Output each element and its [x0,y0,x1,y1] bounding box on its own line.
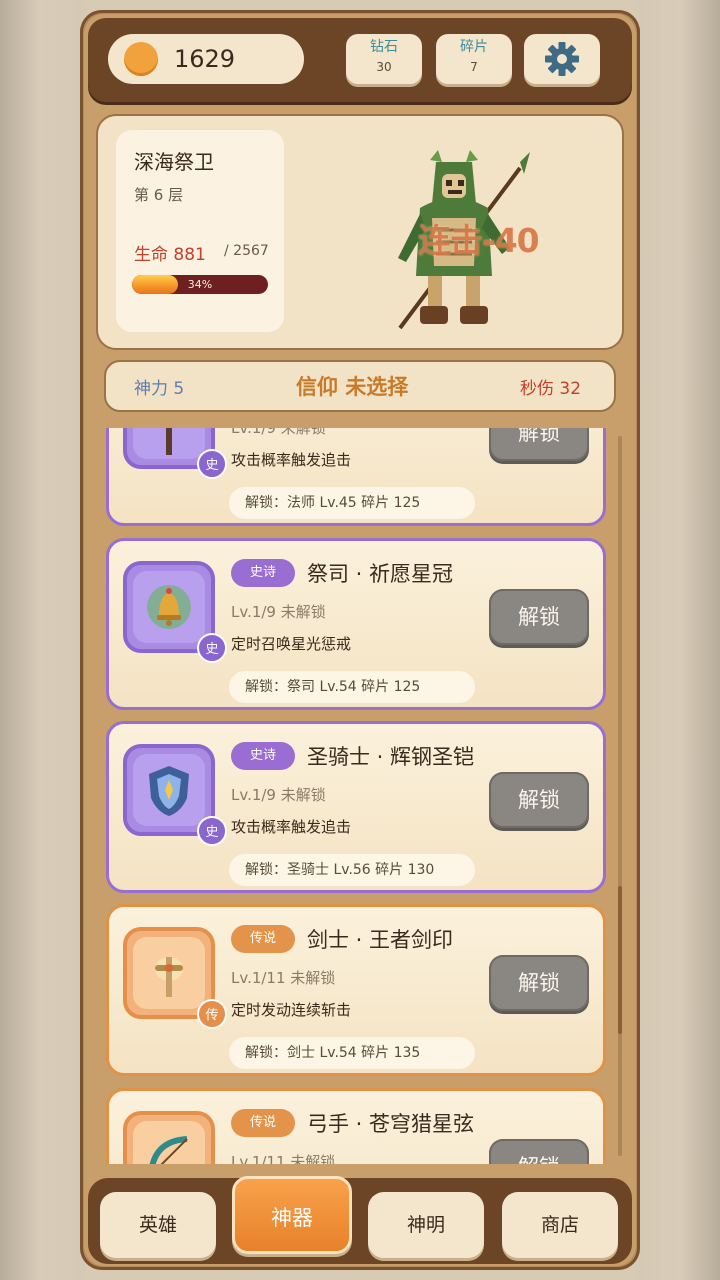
nav-shop-button[interactable]: 商店 [502,1192,618,1258]
scrollbar-track[interactable] [618,436,622,1156]
rarity-badge: 史 [197,449,227,479]
shard-value: 7 [470,60,478,74]
artifact-icon-frame: 传 [123,927,227,1029]
artifact-card[interactable]: 史 史诗 祭司 · 祈愿星冠 Lv.1/9 未解锁 定时召唤星光惩戒 解锁：祭司… [106,538,606,710]
artifact-icon-frame: 史 [123,561,227,663]
artifact-level: Lv.1/9 未解锁 [231,786,326,804]
gear-icon [545,42,579,76]
rarity-tag: 传说 [231,1109,295,1137]
settings-button[interactable] [524,34,600,84]
artifact-icon-frame [123,1111,215,1164]
diamond-value: 30 [376,60,392,74]
artifact-requirement: 解锁：法师 Lv.45 碎片 125 [229,487,475,519]
artifact-requirement: 解锁：剑士 Lv.54 碎片 135 [229,1037,475,1069]
artifact-level: Lv.1/9 未解锁 [231,428,326,437]
artifact-title: 祭司 · 祈愿星冠 [307,562,454,586]
boss-name: 深海祭卫 [134,150,214,174]
artifact-card[interactable]: 传 传说 剑士 · 王者剑印 Lv.1/11 未解锁 定时发动连续斩击 解锁：剑… [106,904,606,1076]
artifact-desc: 定时发动连续斩击 [231,1001,352,1019]
artifact-icon-frame: 史 [123,428,227,479]
unlock-button[interactable]: 解锁 [489,428,589,461]
scrollbar-thumb[interactable] [618,886,622,1034]
artifact-card[interactable]: 史 Lv.1/9 未解锁 攻击概率触发追击 解锁：法师 Lv.45 碎片 125… [106,428,606,526]
artifact-requirement: 解锁：祭司 Lv.54 碎片 125 [229,671,475,703]
dps-stat: 秒伤 32 [520,379,582,399]
coin-icon [124,42,158,76]
coin-value: 1629 [174,45,236,73]
sword-seal-icon [133,937,205,1009]
artifact-title: 弓手 · 苍穹猎星弦 [307,1112,475,1136]
artifact-icon-frame: 史 [123,744,227,846]
artifact-title: 圣骑士 · 辉钢圣铠 [307,745,475,769]
artifact-card[interactable]: 传说 弓手 · 苍穹猎星弦 Lv.1/11 未解锁 解锁 [106,1088,606,1164]
nav-gods-button[interactable]: 神明 [368,1192,484,1258]
diamond-counter[interactable]: 钻石 30 [346,34,422,84]
artifact-desc: 攻击概率触发追击 [231,818,352,836]
rarity-badge: 史 [197,633,227,663]
shard-label: 碎片 [460,39,488,55]
artifact-level: Lv.1/11 未解锁 [231,1153,336,1164]
artifact-title: 剑士 · 王者剑印 [307,928,454,952]
bow-icon [133,1121,205,1164]
boss-hp-percent: 34% [187,278,213,291]
unlock-button[interactable]: 解锁 [489,955,589,1011]
nav-artifacts-button[interactable]: 神器 [232,1176,352,1254]
nav-heroes-button[interactable]: 英雄 [100,1192,216,1258]
faith-selector[interactable]: 信仰 未选择 [296,371,408,401]
shard-counter[interactable]: 碎片 7 [436,34,512,84]
rarity-tag: 史诗 [231,742,295,770]
rarity-badge: 史 [197,816,227,846]
damage-float-text: 连击-40 [418,221,540,260]
artifact-requirement: 解锁：圣骑士 Lv.56 碎片 130 [229,854,475,886]
artifact-card[interactable]: 史 史诗 圣骑士 · 辉钢圣铠 Lv.1/9 未解锁 攻击概率触发追击 解锁：圣… [106,721,606,893]
boss-hp-label: 生命 881 [134,245,206,265]
diamond-label: 钻石 [370,39,398,55]
staff-icon [133,428,205,459]
artifact-desc: 攻击概率触发追击 [231,451,352,469]
power-stat: 神力 5 [134,379,185,399]
armor-shield-icon [133,754,205,826]
boss-floor: 第 6 层 [134,186,184,204]
boss-hp-max: / 2567 [224,243,269,259]
rarity-tag: 史诗 [231,559,295,587]
unlock-button[interactable]: 解锁 [489,772,589,828]
rarity-badge: 传 [197,999,227,1029]
bell-crown-icon [133,571,205,643]
artifact-desc: 定时召唤星光惩戒 [231,635,352,653]
boss-hp-bar: 34% [132,275,268,294]
artifact-list[interactable]: 史 Lv.1/9 未解锁 攻击概率触发追击 解锁：法师 Lv.45 碎片 125… [96,428,624,1164]
artifact-level: Lv.1/11 未解锁 [231,969,336,987]
unlock-button[interactable]: 解锁 [489,589,589,645]
rarity-tag: 传说 [231,925,295,953]
artifact-level: Lv.1/9 未解锁 [231,603,326,621]
unlock-button[interactable]: 解锁 [489,1139,589,1164]
